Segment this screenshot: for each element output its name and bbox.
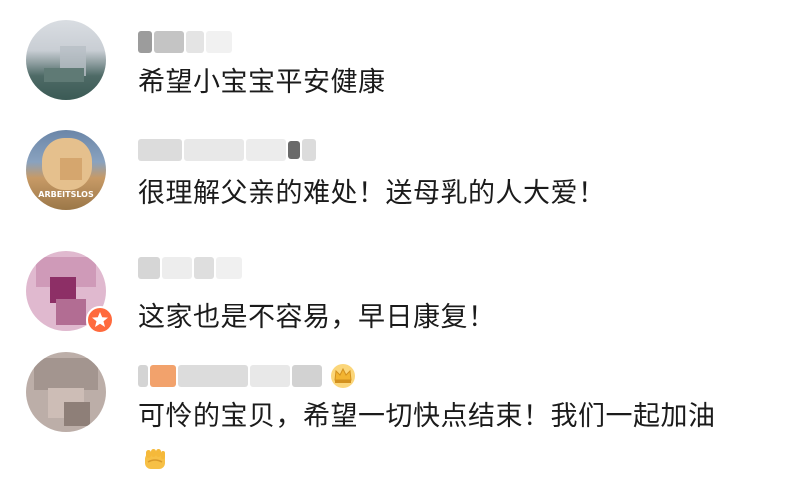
crown-icon[interactable]: [330, 363, 356, 389]
blurred-name-segment: [150, 365, 176, 387]
star-badge-icon: [86, 306, 114, 334]
comment-item: 希望小宝宝平安健康: [0, 0, 800, 120]
blurred-name-segment: [206, 31, 232, 53]
blurred-name-segment: [302, 139, 316, 161]
comment-item: 可怜的宝贝，希望一切快点结束！我们一起加油: [0, 352, 800, 493]
comment-list: 希望小宝宝平安健康 ARBEITSLOS 很理解父亲的难处！送母乳的人大爱！ 这…: [0, 0, 800, 493]
blurred-name-segment: [138, 257, 160, 279]
username-blurred[interactable]: [138, 28, 232, 56]
username-blurred[interactable]: [138, 254, 242, 282]
blurred-name-segment: [138, 139, 182, 161]
blurred-name-segment: [288, 141, 300, 159]
blurred-name-segment: [186, 31, 204, 53]
comment-text: 可怜的宝贝，希望一切快点结束！我们一起加油: [138, 401, 716, 432]
comment-text: 很理解父亲的难处！送母乳的人大爱！: [138, 178, 606, 209]
avatar-caption: ARBEITSLOS: [38, 190, 94, 199]
blurred-name-segment: [138, 365, 148, 387]
username-blurred[interactable]: [138, 136, 316, 164]
avatar[interactable]: ARBEITSLOS: [26, 130, 106, 210]
blurred-name-segment: [138, 31, 152, 53]
blurred-name-segment: [250, 365, 290, 387]
blurred-name-segment: [178, 365, 248, 387]
avatar[interactable]: [26, 20, 106, 100]
comment-text: 希望小宝宝平安健康: [138, 67, 386, 98]
blurred-name-segment: [162, 257, 192, 279]
blurred-name-segment: [194, 257, 214, 279]
blurred-name-segment: [184, 139, 244, 161]
raised-fist-emoji: [140, 444, 170, 474]
blurred-name-segment: [216, 257, 242, 279]
comment-item: ARBEITSLOS 很理解父亲的难处！送母乳的人大爱！: [0, 120, 800, 240]
blurred-name-segment: [154, 31, 184, 53]
blurred-name-segment: [246, 139, 286, 161]
blurred-name-segment: [292, 365, 322, 387]
username-blurred[interactable]: [138, 362, 356, 390]
comment-item: 这家也是不容易，早日康复！: [0, 240, 800, 352]
avatar[interactable]: [26, 352, 106, 432]
comment-text: 这家也是不容易，早日康复！: [138, 302, 496, 333]
